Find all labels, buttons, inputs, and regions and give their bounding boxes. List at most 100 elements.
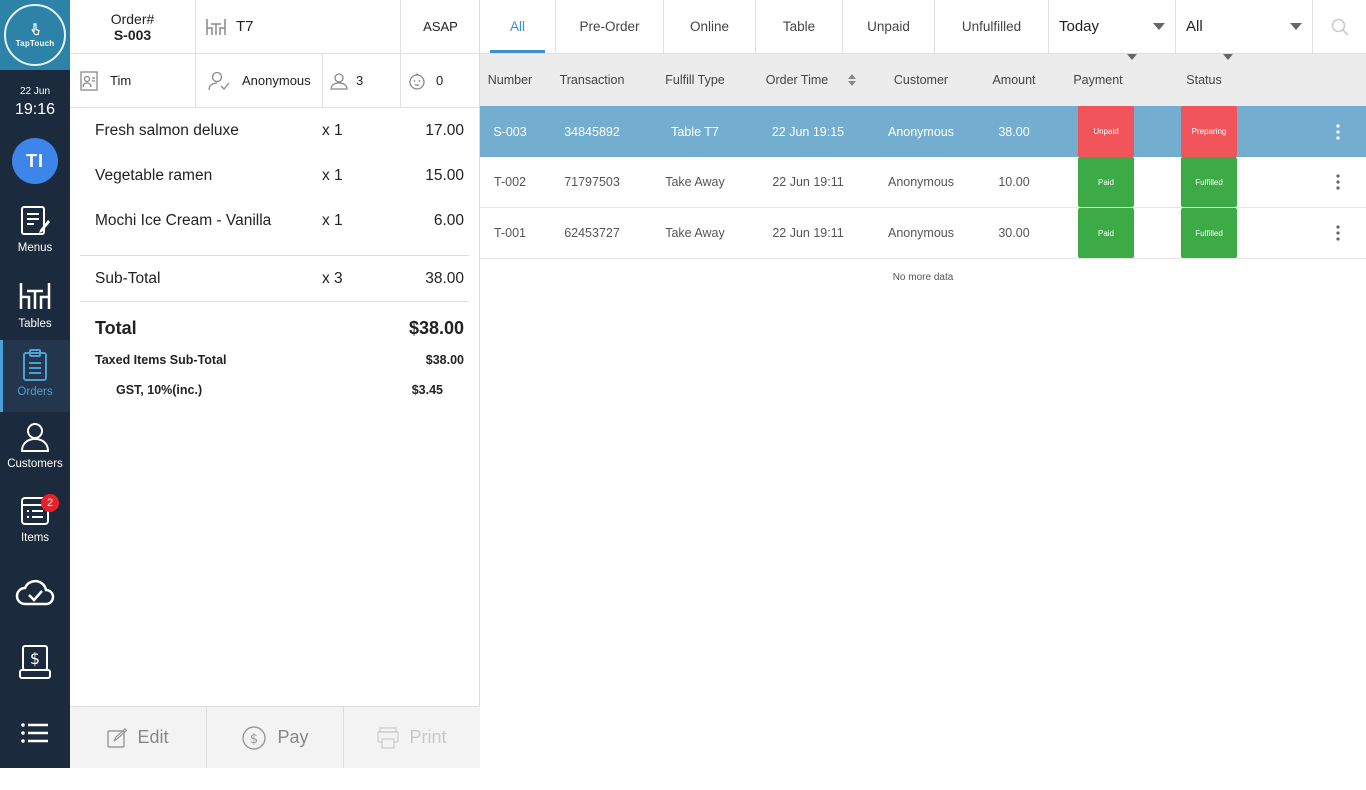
more-vertical-icon [1336,225,1340,241]
row-order-time: 22 Jun 19:15 [771,124,845,139]
row-customer: Anonymous [887,226,954,240]
customer-icon [20,423,50,452]
row-amount: 38.00 [998,124,1030,139]
col-number[interactable]: Number [480,54,540,106]
pay-button[interactable]: $ Pay [207,707,344,768]
row-customer: Anonymous [887,124,954,139]
col-payment-filter[interactable] [1126,54,1138,106]
nav-more[interactable] [0,718,70,790]
kids-cell[interactable]: 0 [401,54,480,107]
nav-cash-register[interactable]: $ [0,644,70,716]
chevron-down-icon [1127,54,1137,106]
row-more-button[interactable] [1326,106,1350,157]
date-filter-value: Today [1059,18,1100,35]
col-order-time[interactable]: Order Time [752,54,842,106]
payment-badge: Paid [1078,157,1134,207]
nav-orders[interactable]: Orders [0,340,70,412]
order-detail-panel: Order# S-003 T7 ASAP Tim Anonymous 3 0 F… [70,0,480,768]
nav-items[interactable]: 2 Items [0,494,70,566]
col-status-filter[interactable] [1222,54,1234,106]
nav-tables-label: Tables [18,318,52,330]
subtotal-amount: 38.00 [425,269,464,287]
payment-badge: Unpaid [1078,106,1134,157]
row-more-button[interactable] [1326,157,1350,207]
row-number: S-003 [493,124,527,139]
order-item[interactable]: Mochi Ice Cream - Vanilla x 1 6.00 [80,198,469,243]
nav-menus[interactable]: Menus [0,200,70,272]
item-name: Mochi Ice Cream - Vanilla [95,211,272,229]
tab-all[interactable]: All [480,0,556,53]
order-table-cell[interactable]: T7 [196,0,401,53]
item-price: 15.00 [425,166,464,184]
edit-button[interactable]: Edit [70,707,207,768]
order-actions: Edit $ Pay Print [70,706,480,768]
staff-name: Tim [110,73,132,88]
nav-customers[interactable]: Customers [0,412,70,484]
staff-cell[interactable]: Tim [70,54,196,107]
table-row[interactable]: T-001 62453727 Take Away 22 Jun 19:11 An… [480,208,1366,259]
col-status[interactable]: Status [1180,54,1228,106]
tab-unpaid[interactable]: Unpaid [843,0,935,53]
user-avatar[interactable]: TI [12,138,58,184]
tab-unfulfilled-label: Unfulfilled [961,19,1022,34]
col-transaction[interactable]: Transaction [552,54,632,106]
total-amount: $38.00 [408,317,464,338]
guests-cell[interactable]: 3 [323,54,401,107]
col-amount[interactable]: Amount [974,54,1054,106]
row-order-time: 22 Jun 19:11 [772,226,844,240]
item-price: 6.00 [433,211,464,229]
col-fulfill-type[interactable]: Fulfill Type [655,54,735,106]
nav-cloud-sync[interactable] [0,576,70,648]
edit-label: Edit [137,727,169,747]
col-order-time-sort[interactable] [842,54,862,106]
search-button[interactable] [1313,0,1366,53]
subtotal-qty: x 3 [322,269,343,287]
svg-text:$: $ [250,732,258,747]
tab-table[interactable]: Table [756,0,843,53]
sidebar-time: 19:16 [14,101,56,118]
tab-pre-order[interactable]: Pre-Order [556,0,664,53]
tab-online[interactable]: Online [664,0,756,53]
order-header-row: Order# S-003 T7 ASAP [70,0,480,54]
staff-icon [80,70,98,91]
chevron-down-icon [1290,23,1302,30]
orders-clipboard-icon [23,349,47,381]
date-filter-select[interactable]: Today [1049,0,1176,53]
guest-count: 3 [356,73,364,88]
col-payment[interactable]: Payment [1068,54,1128,106]
order-items-list: Fresh salmon deluxe x 1 17.00 Vegetable … [80,108,469,414]
gst-amount: $3.45 [411,383,443,397]
baby-icon [409,72,425,90]
order-item[interactable]: Fresh salmon deluxe x 1 17.00 [80,108,469,153]
item-name: Fresh salmon deluxe [95,121,239,139]
edit-icon [107,727,128,748]
table-row[interactable]: T-002 71797503 Take Away 22 Jun 19:11 An… [480,157,1366,208]
row-fulfill-type: Take Away [665,175,725,189]
order-item[interactable]: Vegetable ramen x 1 15.00 [80,153,469,198]
payment-badge: Paid [1078,208,1134,258]
print-button[interactable]: Print [344,707,480,768]
no-more-data-text: No more data [892,272,954,283]
chevron-down-icon [1223,54,1233,106]
customer-cell[interactable]: Anonymous [196,54,323,107]
order-timing-cell[interactable]: ASAP [401,0,480,53]
table-row[interactable]: S-003 34845892 Table T7 22 Jun 19:15 Ano… [480,106,1366,157]
total-label: Total [95,317,137,338]
status-badge: Preparing [1181,106,1237,157]
search-icon [1331,18,1349,36]
orders-table-header: Number Transaction Fulfill Type Order Ti… [480,54,1366,106]
tab-all-label: All [509,19,525,34]
nav-tables[interactable]: Tables [0,272,70,344]
row-more-button[interactable] [1326,208,1350,258]
printer-icon [377,726,400,749]
order-number: S-003 [113,26,152,43]
tab-unfulfilled[interactable]: Unfulfilled [935,0,1049,53]
customer-check-icon [208,71,230,90]
row-fulfill-type: Table T7 [671,124,719,139]
col-customer[interactable]: Customer [881,54,961,106]
type-filter-select[interactable]: All [1176,0,1313,53]
chevron-down-icon [1153,23,1165,30]
pay-coin-icon: $ [242,725,267,750]
tab-online-label: Online [689,19,730,34]
orders-list-panel: All Pre-Order Online Table Unpaid Unfulf… [480,0,1366,768]
